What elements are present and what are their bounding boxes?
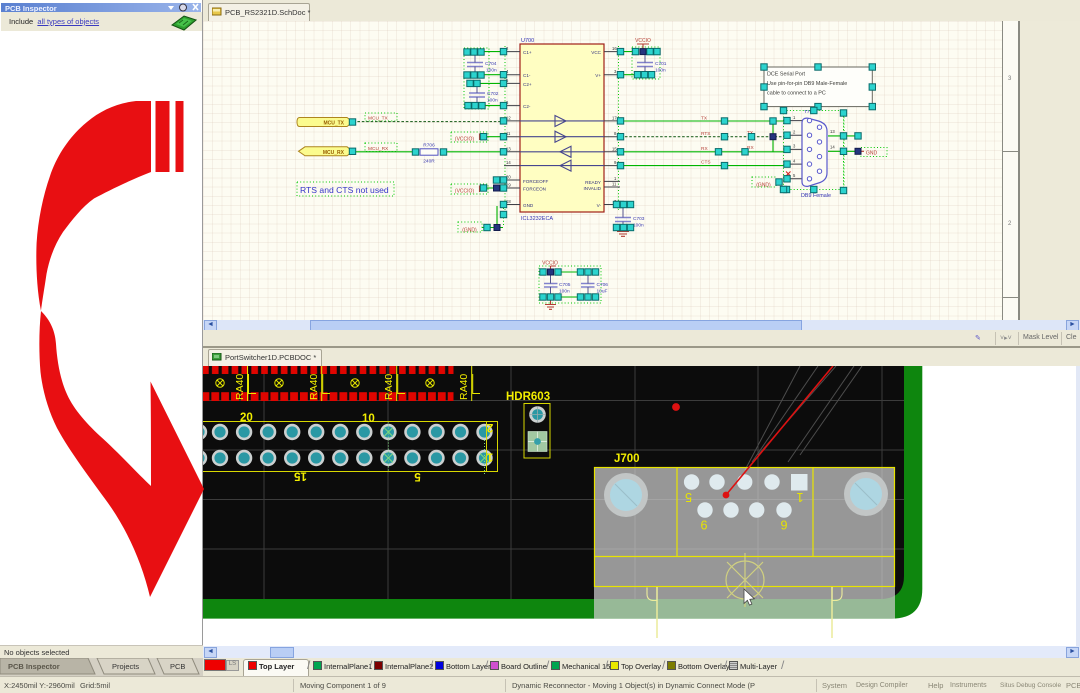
svg-text:20: 20 xyxy=(240,412,253,424)
svg-text:RTS: RTS xyxy=(701,131,711,137)
svg-text:(VCCIO): (VCCIO) xyxy=(455,189,475,195)
svg-text:MCU_TX: MCU_TX xyxy=(368,116,389,122)
svg-text:14: 14 xyxy=(830,145,835,150)
svg-text:MCU_RX: MCU_RX xyxy=(368,146,389,152)
svg-text:16: 16 xyxy=(612,46,617,51)
svg-text:15: 15 xyxy=(294,470,307,482)
svg-text:C1+: C1+ xyxy=(523,50,532,55)
svg-text:ICL3232ECA: ICL3232ECA xyxy=(521,216,553,222)
svg-text:C705: C705 xyxy=(559,282,571,288)
svg-text:MCU_RX: MCU_RX xyxy=(323,150,345,156)
svg-text:8: 8 xyxy=(614,131,617,136)
svg-text:FORCEON: FORCEON xyxy=(523,187,546,192)
svg-text:C704: C704 xyxy=(485,61,497,67)
svg-text:READY: READY xyxy=(585,180,601,185)
svg-text:V+: V+ xyxy=(595,73,601,78)
svg-text:5: 5 xyxy=(793,173,796,178)
svg-text:C2-: C2- xyxy=(523,104,531,109)
svg-text:14: 14 xyxy=(506,160,511,165)
svg-text:C706: C706 xyxy=(597,282,609,288)
svg-text:4: 4 xyxy=(793,159,796,164)
svg-text:(VCCIO): (VCCIO) xyxy=(455,137,475,143)
svg-text:RA40: RA40 xyxy=(383,374,395,400)
svg-text:VCCIO: VCCIO xyxy=(635,38,651,44)
svg-text:RTS and CTS not used: RTS and CTS not used xyxy=(300,185,389,195)
svg-text:VCC: VCC xyxy=(591,50,601,55)
svg-text:11: 11 xyxy=(612,182,617,187)
svg-text:V-: V- xyxy=(597,203,602,208)
svg-text:CTS: CTS xyxy=(701,160,711,166)
svg-text:cable to connect to a PC: cable to connect to a PC xyxy=(767,91,826,97)
svg-text:10: 10 xyxy=(362,413,375,425)
svg-text:RA40: RA40 xyxy=(308,374,320,400)
svg-text:RA40: RA40 xyxy=(458,374,470,400)
svg-text:C702: C702 xyxy=(487,91,499,97)
svg-text:100n: 100n xyxy=(486,68,497,74)
svg-text:RA40: RA40 xyxy=(234,374,246,400)
svg-text:J700: J700 xyxy=(614,453,640,465)
svg-text:DB9 Female: DB9 Female xyxy=(801,193,831,199)
svg-text:3: 3 xyxy=(793,144,796,149)
svg-text:15: 15 xyxy=(612,147,617,152)
svg-text:5: 5 xyxy=(685,490,692,504)
svg-text:100n: 100n xyxy=(655,68,666,74)
svg-text:GND: GND xyxy=(866,151,878,157)
svg-text:PCB Inspector: PCB Inspector xyxy=(8,662,60,671)
svg-text:13: 13 xyxy=(830,129,835,134)
svg-text:1: 1 xyxy=(796,490,803,504)
svg-text:RX: RX xyxy=(701,146,708,152)
svg-text:R706: R706 xyxy=(423,143,435,149)
svg-text:2: 2 xyxy=(793,130,796,135)
svg-text:(GND): (GND) xyxy=(756,183,771,189)
svg-text:(GND): (GND) xyxy=(462,228,477,234)
svg-text:100n: 100n xyxy=(487,98,498,104)
svg-text:17: 17 xyxy=(612,116,617,121)
svg-text:C2+: C2+ xyxy=(523,82,532,87)
svg-text:HDR603: HDR603 xyxy=(506,391,550,403)
svg-text:MCU_TX: MCU_TX xyxy=(323,121,344,127)
svg-text:3: 3 xyxy=(614,69,617,74)
svg-text:PCB: PCB xyxy=(170,662,185,671)
svg-text:1: 1 xyxy=(793,115,796,120)
svg-text:INVALID: INVALID xyxy=(583,186,601,191)
svg-text:2: 2 xyxy=(487,421,493,433)
svg-text:U700: U700 xyxy=(521,38,534,44)
svg-text:1: 1 xyxy=(486,451,493,463)
svg-text:5: 5 xyxy=(414,470,421,482)
svg-text:240R: 240R xyxy=(423,159,435,165)
svg-text:FORCEOFF: FORCEOFF xyxy=(523,179,548,184)
svg-text:C703: C703 xyxy=(633,216,645,222)
svg-text:Projects: Projects xyxy=(112,662,139,671)
svg-text:9: 9 xyxy=(700,518,707,532)
svg-text:1: 1 xyxy=(614,176,617,181)
svg-text:9: 9 xyxy=(614,160,617,165)
svg-text:C701: C701 xyxy=(655,61,667,67)
svg-text:TX: TX xyxy=(701,115,708,121)
svg-text:C1-: C1- xyxy=(523,73,531,78)
svg-text:Use pin-for-pin DB9 Male-Femal: Use pin-for-pin DB9 Male-Female xyxy=(767,81,847,87)
svg-text:6: 6 xyxy=(780,518,787,532)
svg-text:GND: GND xyxy=(523,203,534,208)
svg-text:100n: 100n xyxy=(633,223,644,229)
svg-text:DCE Serial Port: DCE Serial Port xyxy=(767,72,806,78)
